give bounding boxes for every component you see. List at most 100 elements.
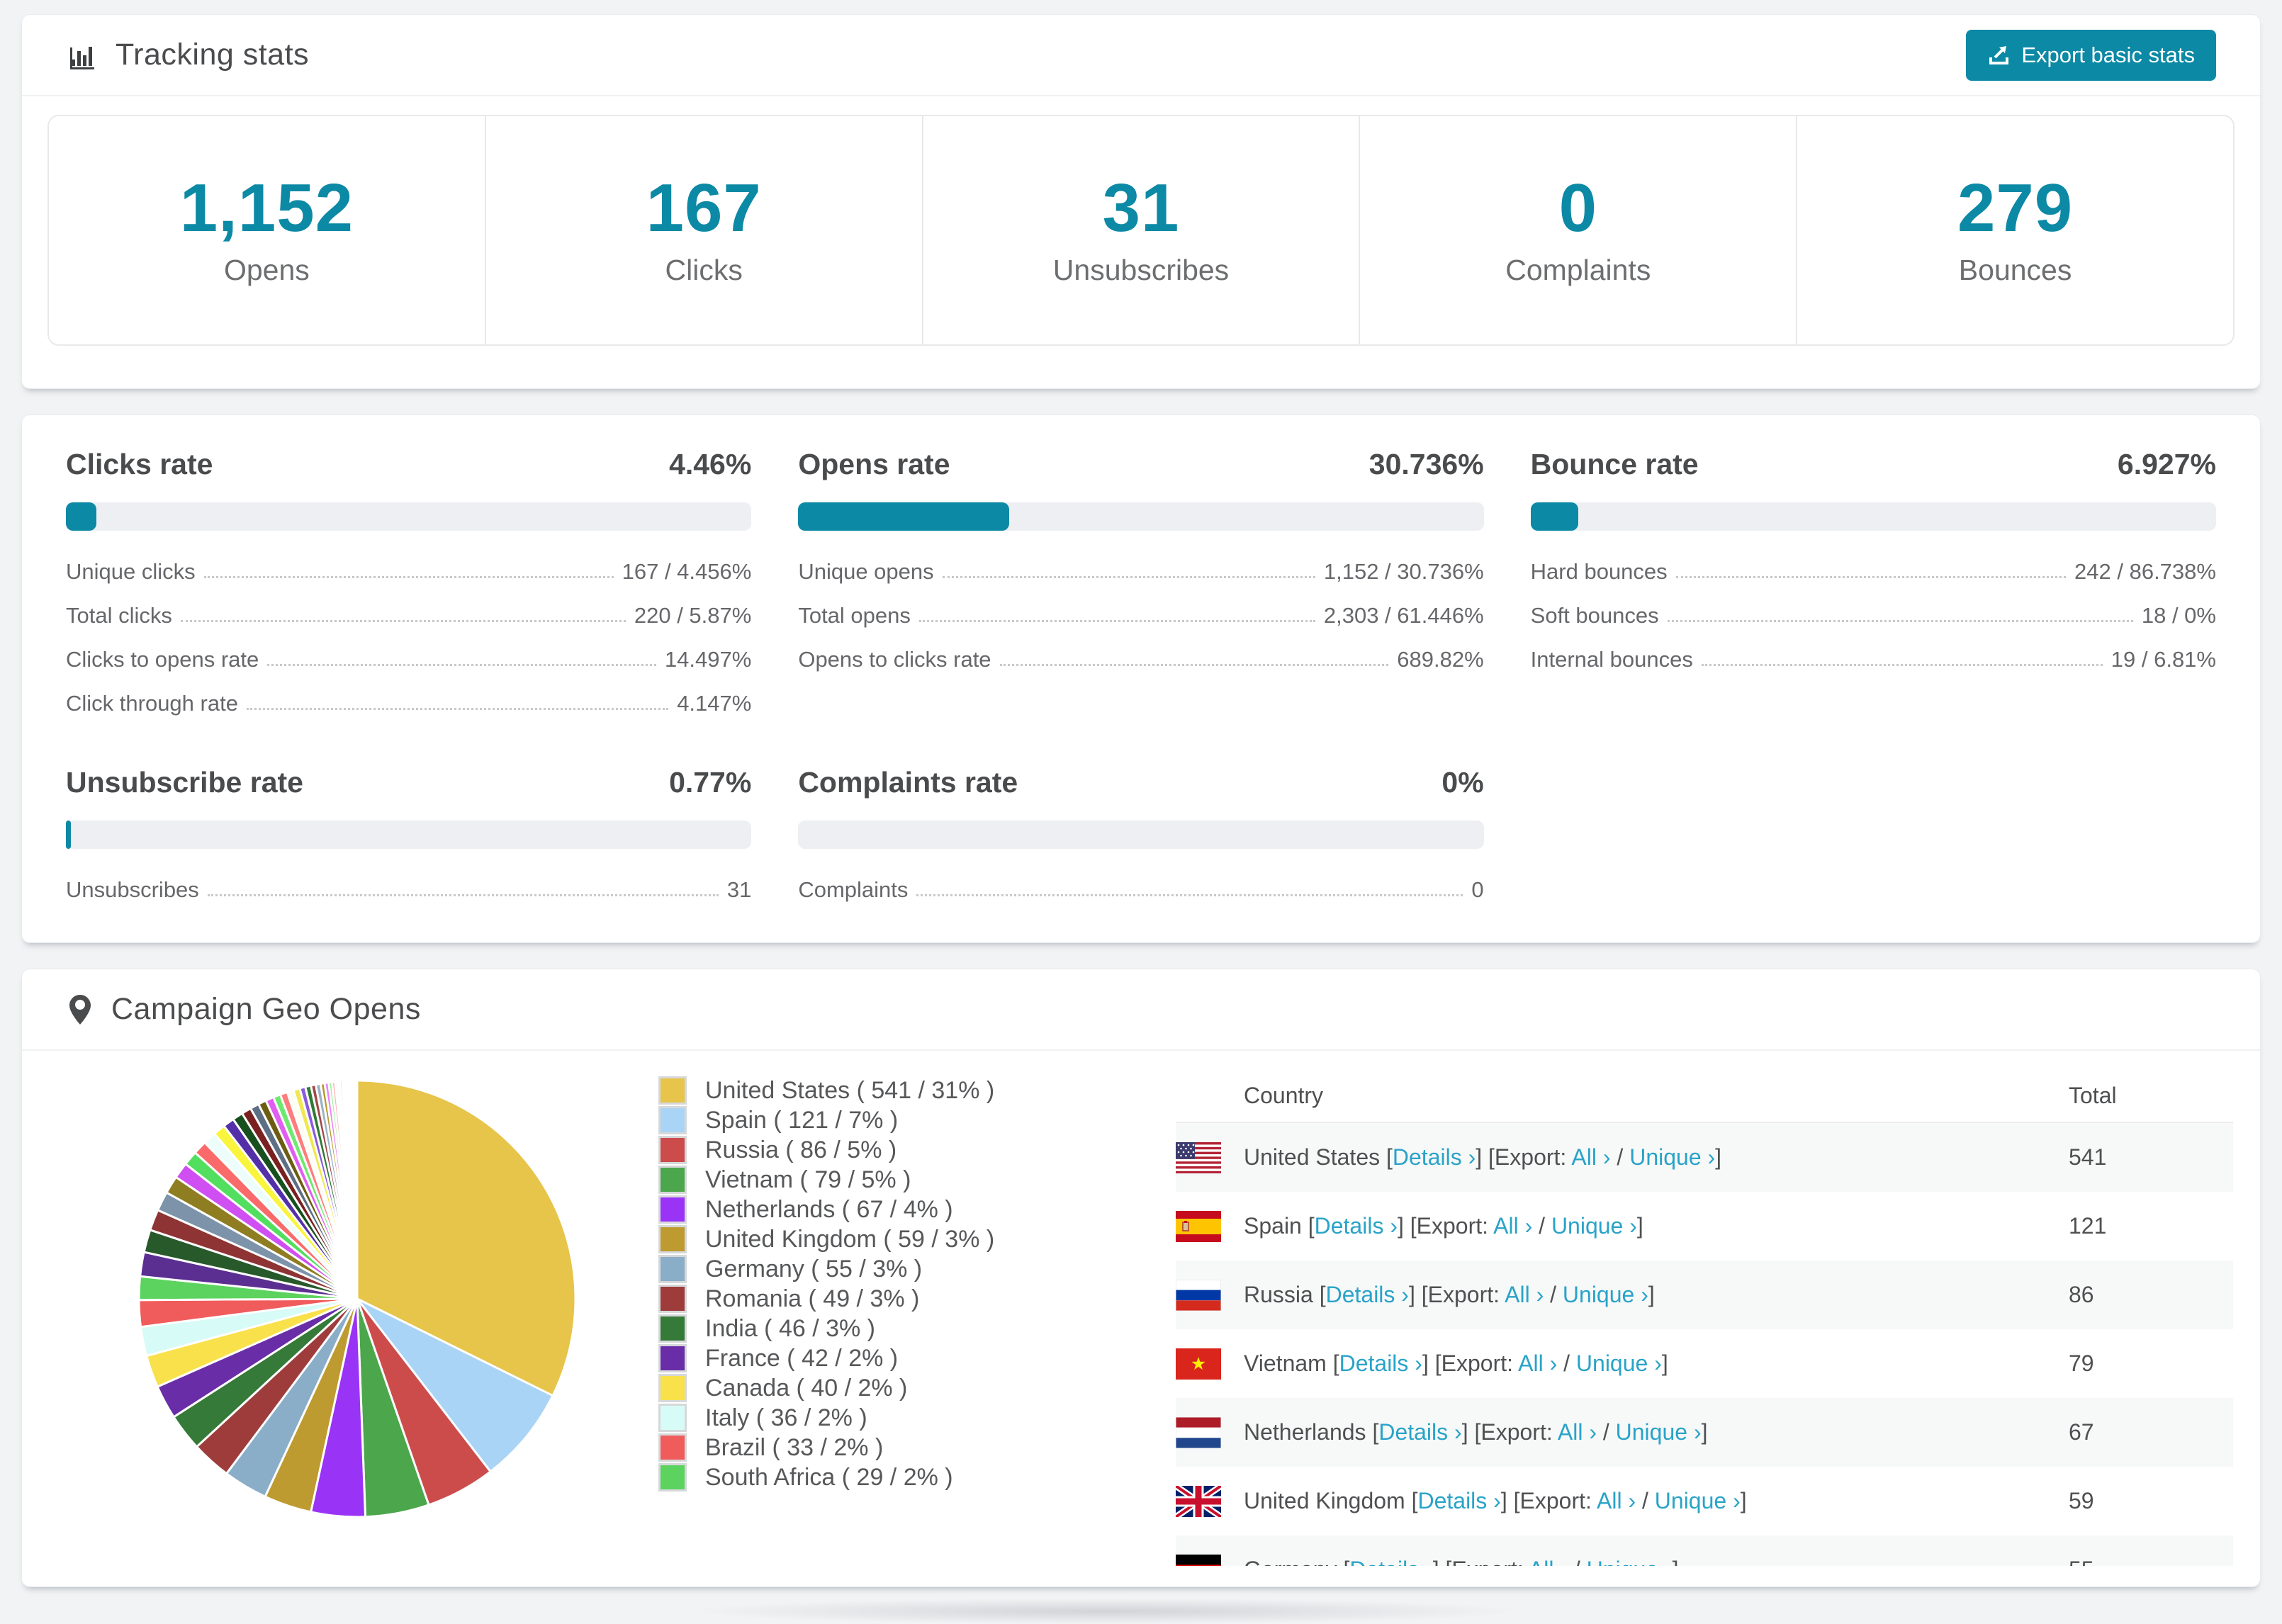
rate-detail-label: Internal bounces — [1530, 647, 1693, 672]
total-cell: 121 — [2069, 1213, 2107, 1239]
legend-label: India ( 46 / 3% ) — [705, 1314, 876, 1342]
ru-flag-icon — [1176, 1279, 1221, 1311]
rate-detail-list: Unique clicks 167 / 4.456% Total clicks 220… — [66, 559, 751, 716]
dotted-leader — [942, 576, 1315, 578]
legend-label: Canada ( 40 / 2% ) — [705, 1374, 908, 1402]
legend-label: Germany ( 55 / 3% ) — [705, 1255, 923, 1282]
page-bottom-shadow — [698, 1598, 1513, 1624]
export-all-link[interactable]: All › — [1597, 1488, 1636, 1513]
stat-label: Complaints — [1505, 253, 1651, 286]
export-all-link[interactable]: All › — [1529, 1557, 1568, 1566]
export-all-link[interactable]: All › — [1493, 1213, 1532, 1239]
legend-swatch — [658, 1255, 687, 1283]
details-link[interactable]: Details › — [1393, 1144, 1476, 1170]
export-unique-link[interactable]: Unique › — [1616, 1419, 1702, 1445]
rate-value: 0.77% — [669, 766, 752, 799]
export-icon — [1987, 44, 2010, 67]
stat-value: 279 — [1957, 169, 2074, 246]
legend-item: Romania ( 49 / 3% ) — [658, 1285, 994, 1313]
campaign-geo-opens-card: Campaign Geo Opens United States ( 541 /… — [21, 969, 2261, 1587]
rate-title: Bounce rate — [1530, 448, 1699, 480]
rate-detail-label: Hard bounces — [1530, 559, 1668, 584]
export-unique-link[interactable]: Unique › — [1587, 1557, 1673, 1566]
rate-detail-value: 167 / 4.456% — [622, 559, 752, 584]
stat-box-clicks: 167 Clicks — [486, 116, 923, 344]
export-unique-link[interactable]: Unique › — [1655, 1488, 1741, 1513]
rate-value: 4.46% — [669, 448, 752, 480]
geo-table-row: Netherlands [Details ›] [Export: All › /… — [1176, 1398, 2233, 1467]
rate-detail-value: 18 / 0% — [2141, 603, 2216, 628]
details-link[interactable]: Details › — [1417, 1488, 1500, 1513]
details-link[interactable]: Details › — [1339, 1350, 1422, 1376]
export-unique-link[interactable]: Unique › — [1551, 1213, 1637, 1239]
country-name: United States — [1244, 1144, 1381, 1170]
rate-detail-row: Soft bounces 18 / 0% — [1531, 603, 2216, 628]
map-pin-icon — [66, 993, 94, 1026]
rate-detail-label: Clicks to opens rate — [66, 647, 259, 672]
geo-table-row: Russia [Details ›] [Export: All › / Uniq… — [1176, 1261, 2233, 1329]
export-all-link[interactable]: All › — [1558, 1419, 1597, 1445]
legend-label: South Africa ( 29 / 2% ) — [705, 1463, 953, 1491]
legend-swatch — [658, 1404, 687, 1432]
total-cell: 59 — [2069, 1488, 2094, 1513]
legend-swatch — [658, 1433, 687, 1462]
country-name: Russia — [1244, 1282, 1313, 1307]
dotted-leader — [180, 620, 626, 622]
rate-detail-row: Opens to clicks rate 689.82% — [798, 647, 1483, 672]
rate-detail-value: 689.82% — [1397, 647, 1484, 672]
rate-progress-fill — [66, 821, 72, 849]
total-cell: 86 — [2069, 1282, 2094, 1307]
country-column-header: Country — [1244, 1082, 1324, 1108]
rate-progress-track — [798, 821, 1484, 849]
export-basic-stats-button[interactable]: Export basic stats — [1966, 29, 2216, 81]
rate-head: Unsubscribe rate 0.77% — [66, 766, 751, 799]
rate-detail-row: Hard bounces 242 / 86.738% — [1531, 559, 2216, 585]
rate-value: 6.927% — [2117, 448, 2216, 480]
rate-title: Opens rate — [798, 448, 950, 480]
legend-label: Vietnam ( 79 / 5% ) — [705, 1166, 911, 1193]
details-link[interactable]: Details › — [1349, 1557, 1432, 1566]
details-link[interactable]: Details › — [1315, 1213, 1398, 1239]
export-unique-link[interactable]: Unique › — [1629, 1144, 1715, 1170]
export-all-link[interactable]: All › — [1518, 1350, 1557, 1376]
legend-item: Spain ( 121 / 7% ) — [658, 1106, 994, 1134]
stat-value: 167 — [646, 169, 762, 246]
legend-item: Canada ( 40 / 2% ) — [658, 1374, 994, 1402]
legend-label: Russia ( 86 / 5% ) — [705, 1136, 897, 1163]
legend-item: United States ( 541 / 31% ) — [658, 1076, 994, 1105]
rate-detail-value: 220 / 5.87% — [634, 603, 752, 628]
country-name: Vietnam — [1244, 1350, 1327, 1376]
export-all-link[interactable]: All › — [1571, 1144, 1610, 1170]
export-unique-link[interactable]: Unique › — [1563, 1282, 1648, 1307]
legend-label: United Kingdom ( 59 / 3% ) — [705, 1225, 995, 1253]
legend-swatch — [658, 1076, 687, 1105]
legend-swatch — [658, 1136, 687, 1164]
export-unique-link[interactable]: Unique › — [1576, 1350, 1662, 1376]
rate-detail-label: Complaints — [798, 877, 909, 902]
dotted-leader — [1675, 576, 2067, 578]
es-flag-icon — [1176, 1210, 1221, 1242]
rate-detail-label: Opens to clicks rate — [798, 647, 991, 672]
details-link[interactable]: Details › — [1378, 1419, 1461, 1445]
rate-progress-track — [1530, 502, 2216, 531]
export-all-link[interactable]: All › — [1505, 1282, 1544, 1307]
rate-detail-list: Unsubscribes 31 — [66, 877, 751, 903]
geo-table-row: United Kingdom [Details ›] [Export: All … — [1176, 1467, 2233, 1535]
stat-box-complaints: 0 Complaints — [1360, 116, 1798, 344]
rate-detail-value: 1,152 / 30.736% — [1323, 559, 1484, 584]
stat-value: 31 — [1102, 169, 1180, 246]
legend-item: India ( 46 / 3% ) — [658, 1314, 994, 1343]
rate-progress-track — [66, 821, 752, 849]
rate-block-clicks-rate: Clicks rate 4.46% Unique clicks 167 / 4.456… — [66, 448, 752, 716]
dotted-leader — [999, 664, 1389, 666]
bar-chart-icon — [66, 39, 99, 72]
rate-progress-track — [66, 502, 752, 531]
rate-title: Unsubscribe rate — [66, 766, 303, 799]
rate-head: Complaints rate 0% — [798, 766, 1483, 799]
details-link[interactable]: Details › — [1326, 1282, 1409, 1307]
geo-table-row: Germany [Details ›] [Export: All › / Uni… — [1176, 1535, 2233, 1566]
legend-swatch — [658, 1314, 687, 1343]
rate-detail-label: Click through rate — [66, 691, 238, 716]
legend-item: Germany ( 55 / 3% ) — [658, 1255, 994, 1283]
rate-detail-value: 31 — [726, 877, 752, 902]
